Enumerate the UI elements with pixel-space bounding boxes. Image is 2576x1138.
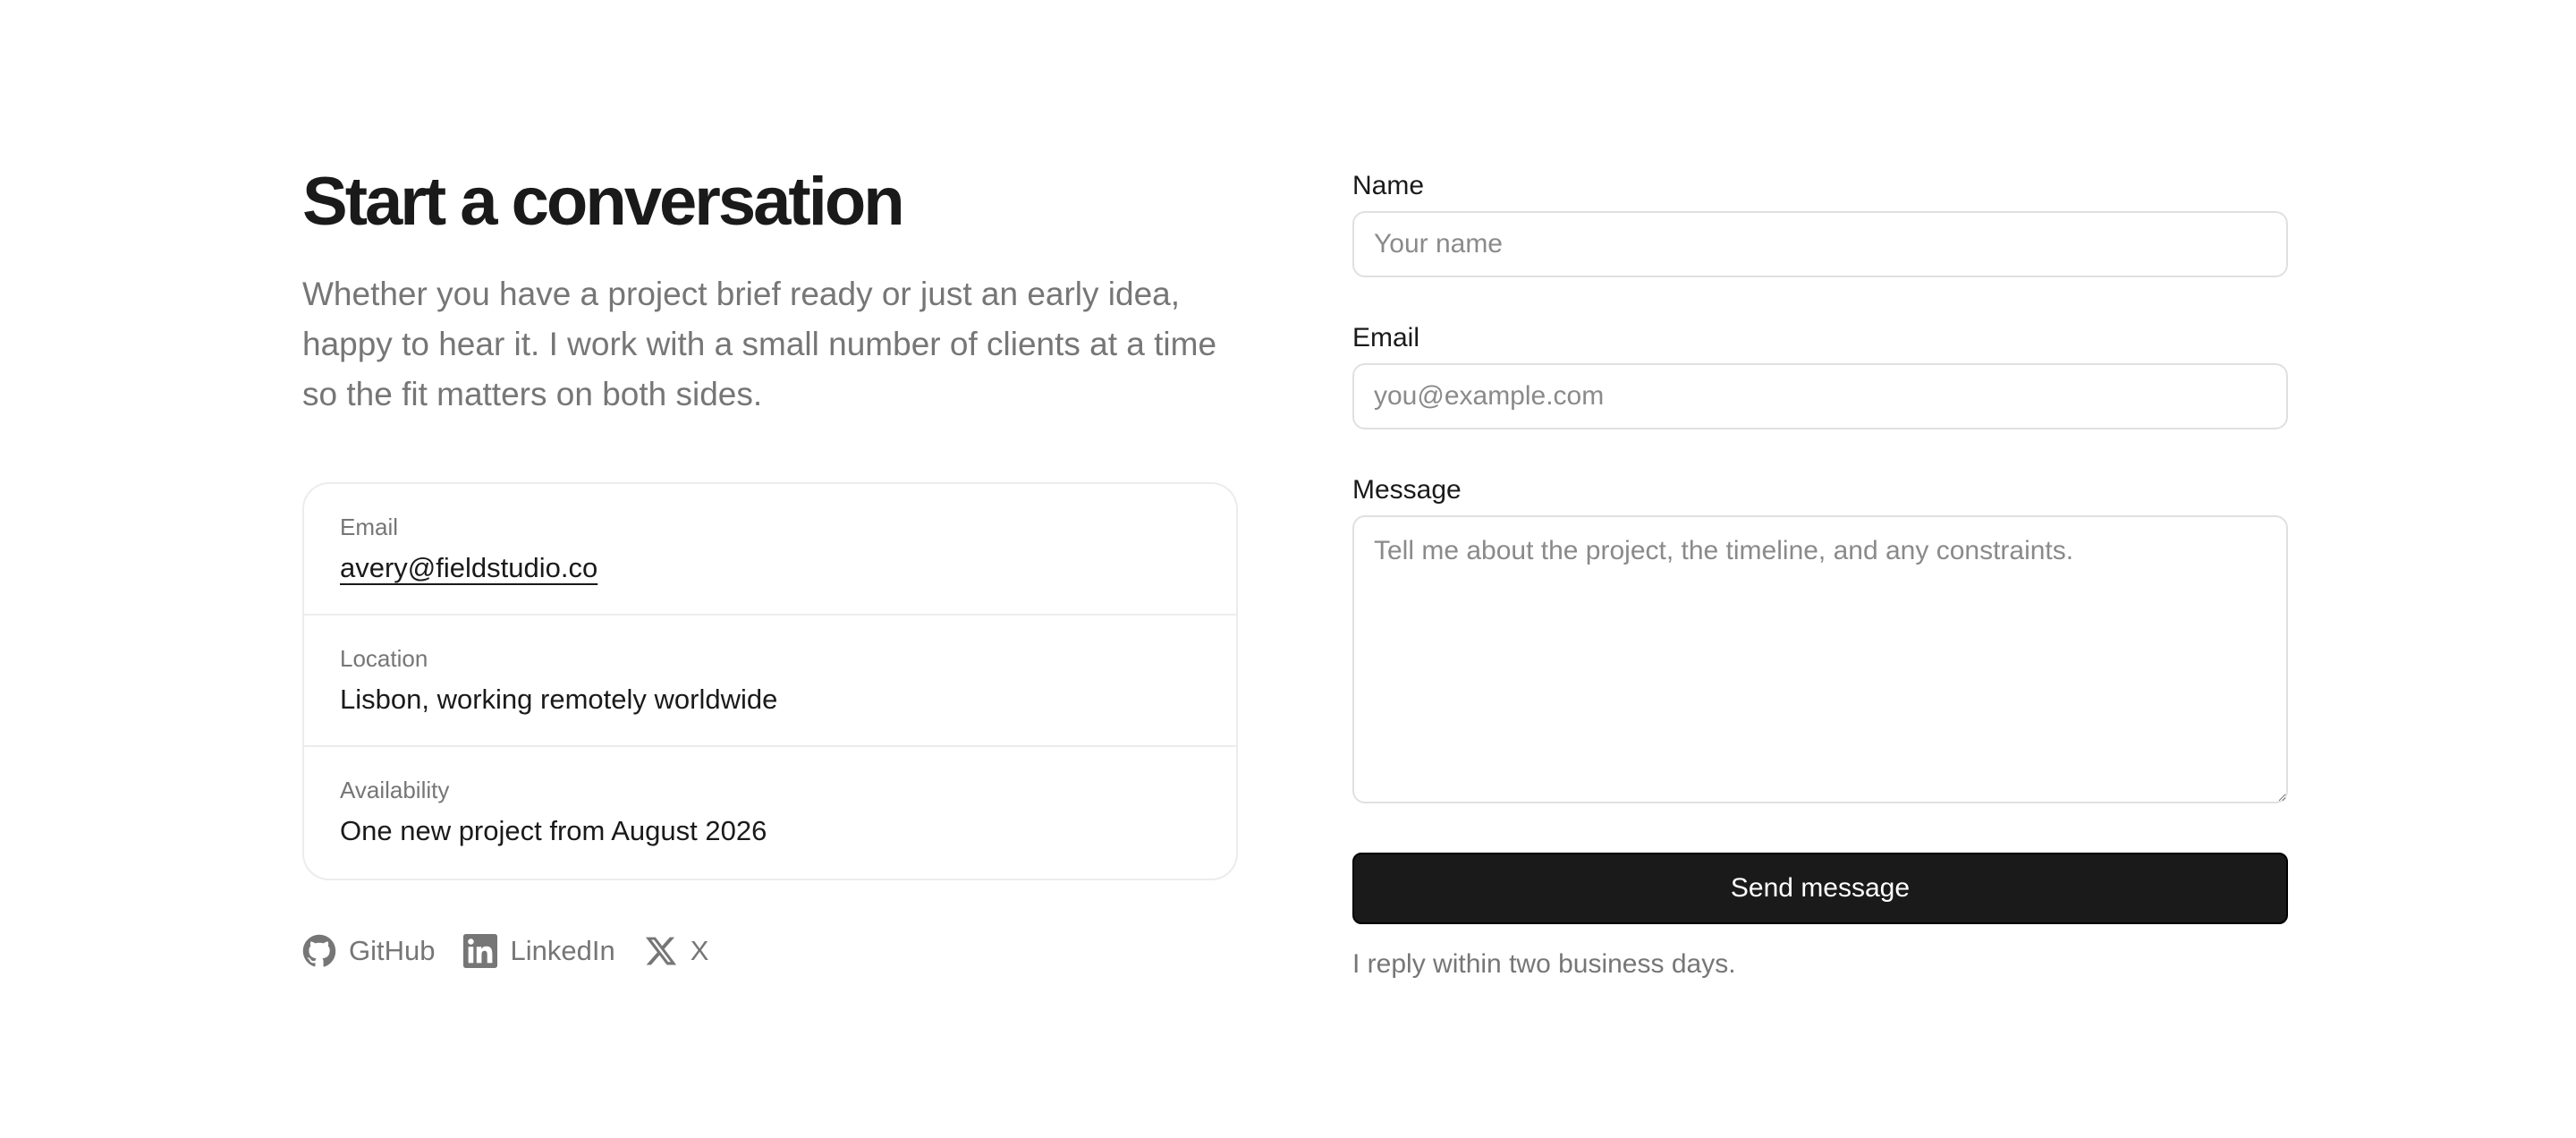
contact-form: Name Email Message Send message I reply …	[1352, 170, 2288, 980]
social-link-github[interactable]: GitHub	[302, 934, 435, 968]
linkedin-icon	[463, 934, 498, 969]
info-row-location: Location Lisbon, working remotely worldw…	[304, 616, 1236, 748]
email-link[interactable]: avery@fieldstudio.co	[340, 550, 597, 586]
name-field[interactable]	[1352, 211, 2288, 277]
contact-page: Start a conversation Whether you have a …	[0, 0, 2576, 1138]
x-icon	[645, 937, 676, 965]
info-label: Email	[340, 514, 399, 541]
social-label: GitHub	[349, 935, 436, 967]
social-label: X	[690, 935, 709, 967]
email-label: Email	[1352, 323, 1420, 352]
page-title: Start a conversation	[302, 164, 905, 240]
social-links: GitHub LinkedIn X	[302, 934, 1238, 969]
email-field[interactable]	[1352, 363, 2288, 429]
info-label: Availability	[340, 777, 450, 804]
intro-text: Whether you have a project brief ready o…	[302, 276, 1217, 413]
reply-note: I reply within two business days.	[1352, 949, 1736, 979]
message-field[interactable]	[1352, 515, 2288, 803]
social-link-x[interactable]: X	[644, 934, 709, 968]
social-label: LinkedIn	[510, 935, 615, 967]
info-row-availability: Availability One new project from August…	[304, 747, 1236, 879]
github-icon	[302, 934, 336, 967]
info-row-email: Email avery@fieldstudio.co	[304, 484, 1236, 616]
contact-info-card: Email avery@fieldstudio.co Location Lisb…	[302, 482, 1238, 881]
info-value: Lisbon, working remotely worldwide	[340, 684, 778, 716]
info-label: Location	[340, 645, 428, 673]
info-value: One new project from August 2026	[340, 815, 767, 847]
send-message-button[interactable]: Send message	[1352, 853, 2288, 924]
social-link-linkedin[interactable]: LinkedIn	[463, 934, 615, 969]
name-label: Name	[1352, 171, 1425, 200]
contact-intro: Start a conversation Whether you have a …	[302, 161, 1238, 969]
message-label: Message	[1352, 475, 1462, 505]
